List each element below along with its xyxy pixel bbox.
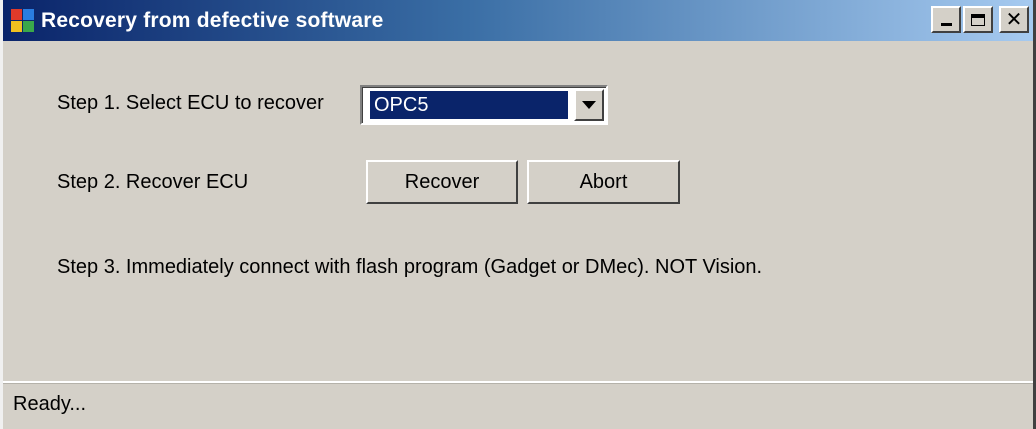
maximize-icon bbox=[971, 13, 985, 26]
window-title: Recovery from defective software bbox=[41, 8, 384, 32]
recover-button[interactable]: Recover bbox=[366, 160, 518, 204]
ecu-select-dropdown-button[interactable] bbox=[574, 89, 604, 121]
title-bar[interactable]: Recovery from defective software ✕ bbox=[3, 0, 1033, 41]
abort-button[interactable]: Abort bbox=[527, 160, 680, 204]
step2-label: Step 2. Recover ECU bbox=[57, 171, 249, 193]
ecu-select-value: OPC5 bbox=[370, 91, 568, 119]
status-bar: Ready... bbox=[3, 381, 1033, 429]
close-icon: ✕ bbox=[1005, 8, 1023, 31]
recovery-window: Recovery from defective software ✕ Step … bbox=[0, 0, 1036, 429]
minimize-button[interactable] bbox=[931, 6, 961, 33]
step1-label: Step 1. Select ECU to recover bbox=[57, 92, 324, 114]
app-window-icon bbox=[11, 8, 35, 33]
close-button[interactable]: ✕ bbox=[999, 6, 1029, 33]
status-text: Ready... bbox=[13, 393, 86, 415]
window-controls: ✕ bbox=[931, 6, 1029, 33]
ecu-select[interactable]: OPC5 bbox=[360, 85, 608, 125]
step3-label: Step 3. Immediately connect with flash p… bbox=[57, 256, 763, 278]
maximize-button[interactable] bbox=[963, 6, 993, 33]
chevron-down-icon bbox=[582, 101, 596, 109]
minimize-icon bbox=[941, 23, 952, 26]
